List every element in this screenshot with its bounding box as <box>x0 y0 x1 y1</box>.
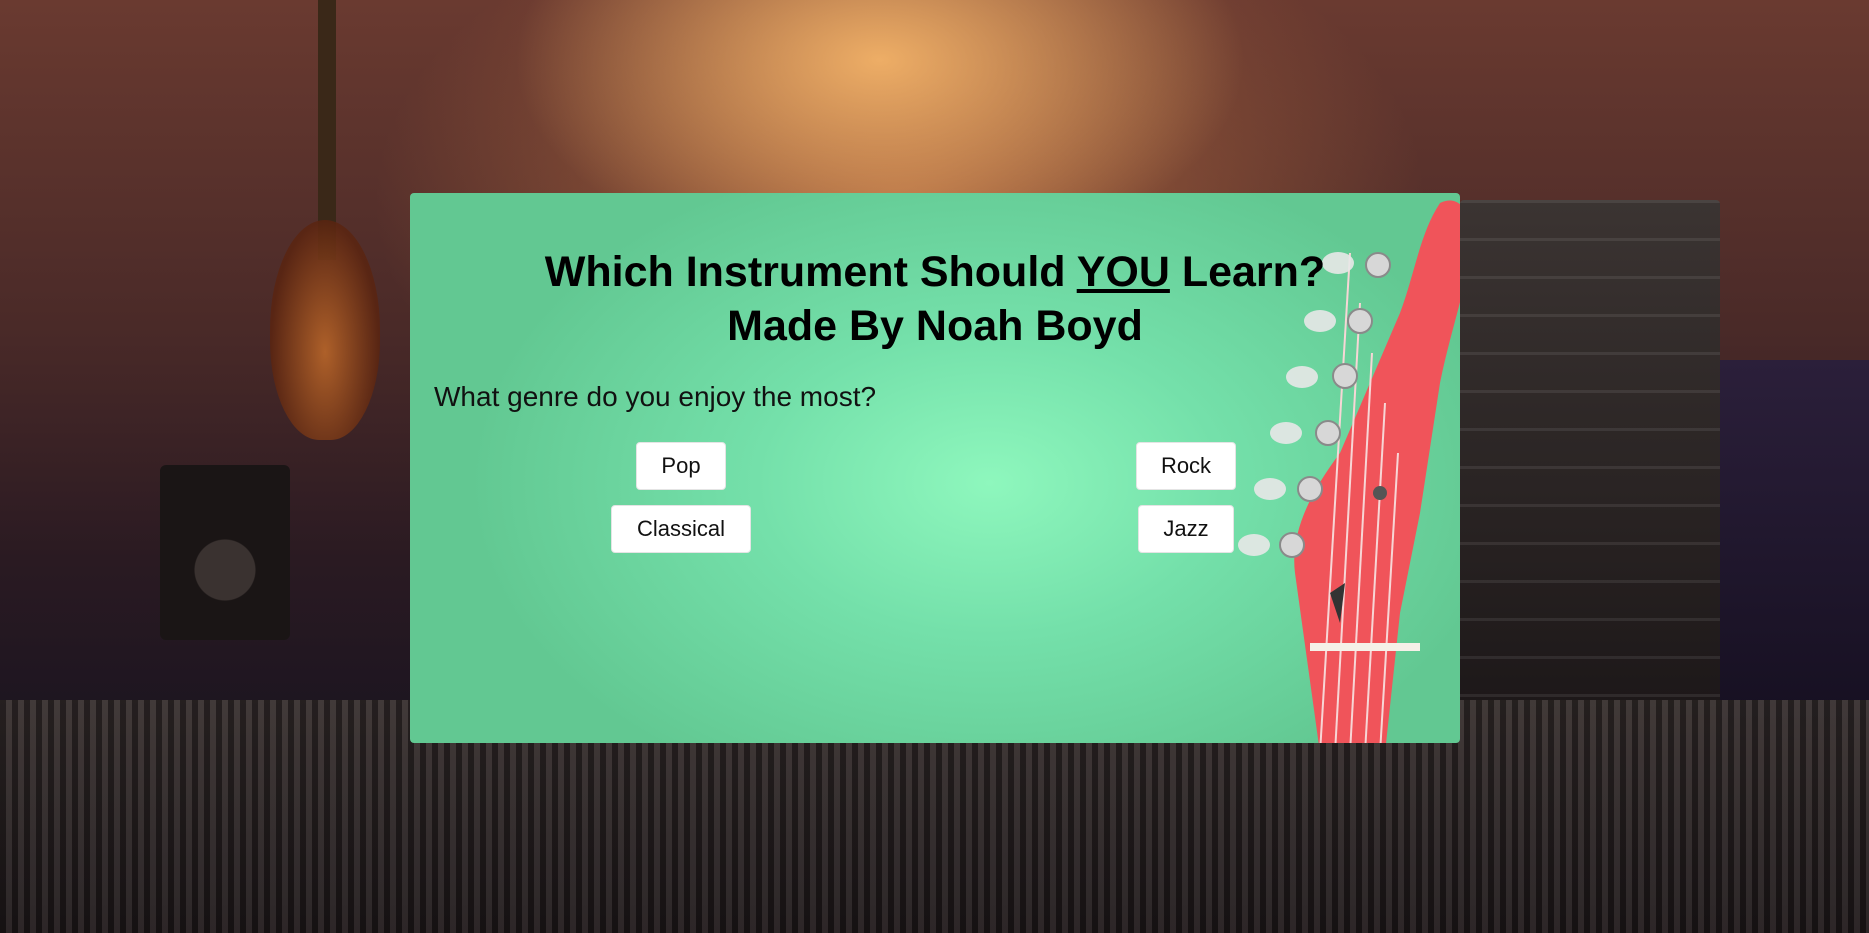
quiz-title: Which Instrument Should YOU Learn? Made … <box>410 245 1460 353</box>
answer-jazz-button[interactable]: Jazz <box>1138 505 1234 553</box>
answer-classical-button[interactable]: Classical <box>611 505 751 553</box>
equipment-rack-decoration <box>1460 200 1720 720</box>
question-text: What genre do you enjoy the most? <box>434 381 877 412</box>
answer-pop-button[interactable]: Pop <box>636 442 726 490</box>
title-part-2: Learn? <box>1169 248 1326 296</box>
studio-speaker-decoration <box>160 465 290 640</box>
quiz-subtitle: Made By Noah Boyd <box>727 302 1143 350</box>
title-emphasis: YOU <box>1076 248 1170 296</box>
answer-rock-button[interactable]: Rock <box>1136 442 1236 490</box>
guitar-body-decoration <box>270 220 380 440</box>
equipment-rack-right-decoration <box>1720 360 1869 740</box>
title-part-1: Which Instrument Should <box>544 248 1077 296</box>
quiz-panel: Which Instrument Should YOU Learn? Made … <box>410 193 1460 743</box>
